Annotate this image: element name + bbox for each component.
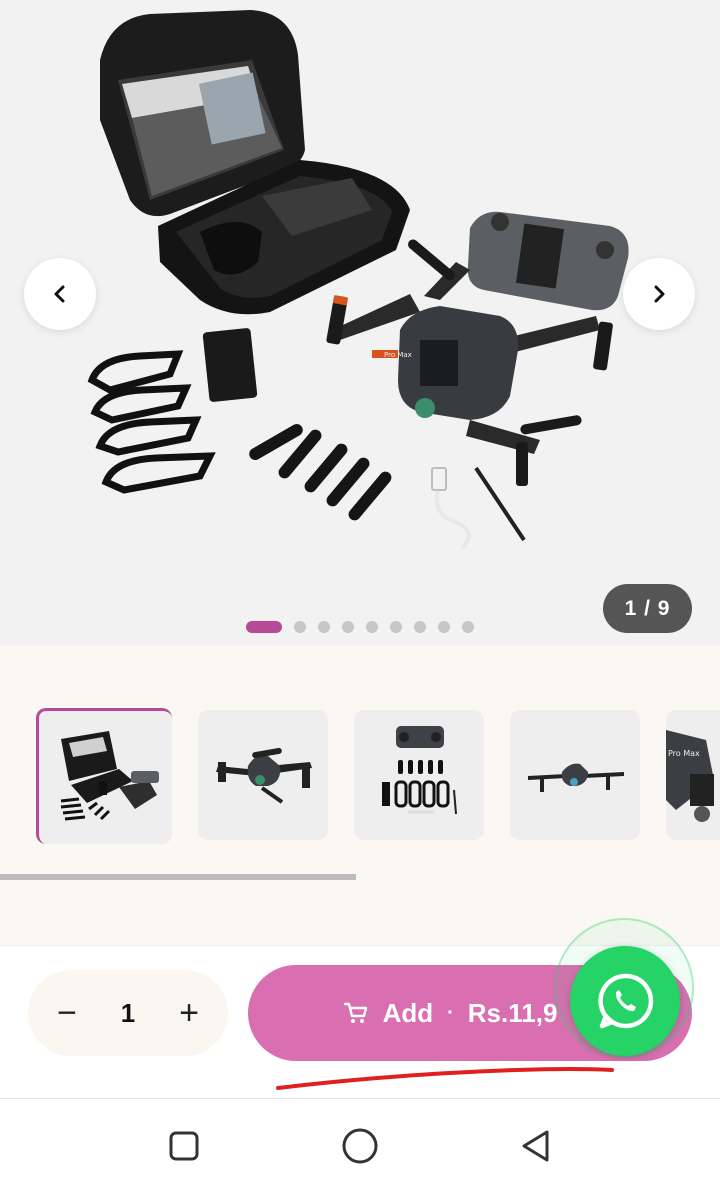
whatsapp-icon: [598, 973, 654, 1029]
add-label: Add: [382, 997, 434, 1028]
pagination-dot-7[interactable]: [414, 621, 426, 633]
thumbnail-image: [60, 731, 159, 821]
battery: [202, 328, 258, 402]
back-button[interactable]: [516, 1126, 556, 1166]
pagination-dot-3[interactable]: [318, 621, 330, 633]
image-counter: 1 / 9: [603, 584, 692, 633]
triangle-back-icon: [522, 1130, 549, 1162]
circle-icon: [342, 1128, 378, 1164]
thumbnail-image: [382, 726, 457, 815]
pagination-dot-2[interactable]: [294, 621, 306, 633]
chevron-left-icon: [54, 285, 65, 303]
home-button[interactable]: [340, 1126, 380, 1166]
increase-quantity-button[interactable]: +: [176, 996, 202, 1030]
thumbnail-list: Pro Max: [36, 708, 720, 844]
image-gallery[interactable]: Pro Max 1 / 9: [0, 0, 720, 645]
price-label: Rs.11,9: [467, 997, 558, 1028]
red-underline-annotation: [276, 1067, 614, 1090]
pagination-dots: [246, 621, 474, 633]
thumbnail-image: [216, 747, 312, 804]
pagination-dot-6[interactable]: [390, 621, 402, 633]
separator: ·: [447, 1001, 454, 1024]
pagination-dot-5[interactable]: [366, 621, 378, 633]
svg-text:Pro Max: Pro Max: [668, 749, 700, 758]
decrease-quantity-button[interactable]: −: [54, 996, 80, 1030]
cart-icon: [343, 1002, 367, 1023]
spare-propellers: [249, 424, 392, 521]
thumbnail-scrollbar[interactable]: [0, 874, 356, 880]
thumbnail-image: Pro Max: [666, 730, 714, 822]
thumbnail-2[interactable]: [198, 710, 328, 840]
pagination-dot-9[interactable]: [462, 621, 474, 633]
chevron-right-icon: [654, 285, 665, 303]
propeller-guards: [87, 350, 216, 494]
thumbnail-image: [528, 763, 624, 792]
pagination-dot-8[interactable]: [438, 621, 450, 633]
product-page: Pro Max 1 / 9 Pro Max − 1 + Add · Rs.11,…: [0, 0, 720, 1192]
next-image-button[interactable]: [623, 258, 695, 330]
thumbnail-4[interactable]: [510, 710, 640, 840]
recents-button[interactable]: [164, 1126, 204, 1166]
pagination-dot-4[interactable]: [342, 621, 354, 633]
previous-image-button[interactable]: [24, 258, 96, 330]
thumbnail-5[interactable]: Pro Max: [666, 710, 720, 840]
thumbnail-3[interactable]: [354, 710, 484, 840]
thumbnail-1[interactable]: [36, 708, 172, 844]
whatsapp-button[interactable]: [570, 946, 680, 1056]
quantity-value: 1: [120, 997, 136, 1028]
quantity-stepper: − 1 +: [28, 970, 228, 1056]
pagination-dot-1[interactable]: [246, 621, 282, 633]
remote-controller: [467, 211, 629, 311]
square-icon: [169, 1131, 199, 1161]
usb-cable: [431, 467, 471, 550]
carry-case: [100, 10, 410, 315]
product-image: Pro Max: [87, 10, 629, 550]
svg-text:Pro Max: Pro Max: [384, 351, 412, 359]
